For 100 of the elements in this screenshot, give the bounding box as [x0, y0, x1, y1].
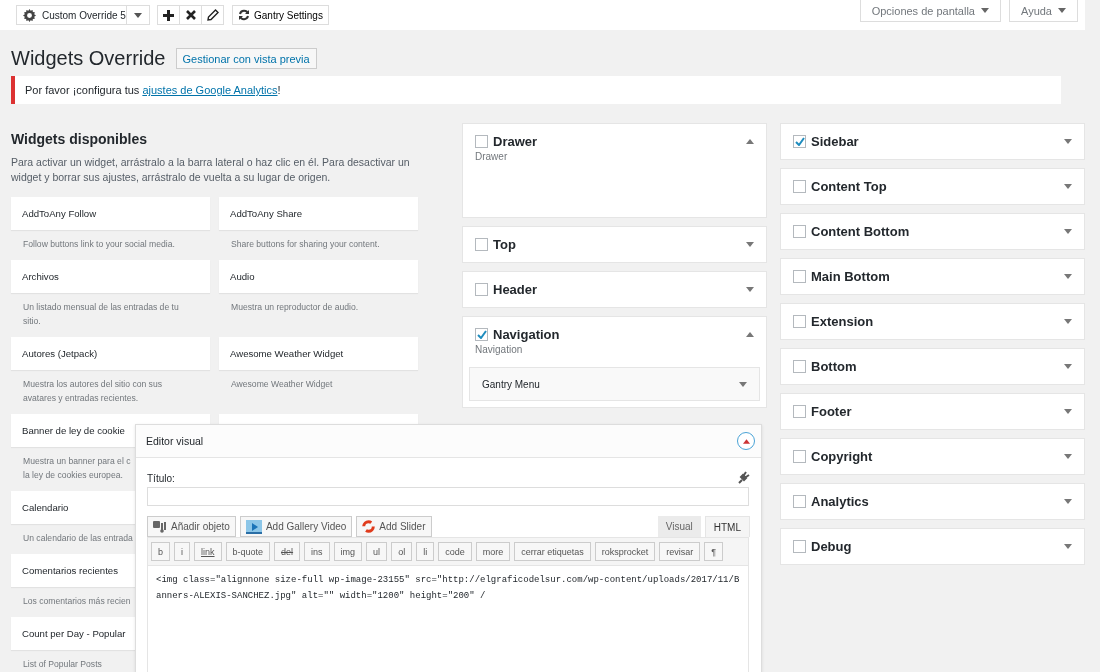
sidebar-name[interactable]: Main Bottom [811, 269, 1059, 284]
widget-description: Follow buttons link to your social media. [22, 238, 176, 251]
media-button[interactable]: Add Gallery Video [239, 516, 353, 537]
sidebar-name[interactable]: Content Bottom [811, 224, 1059, 239]
expand-arrow-icon[interactable] [746, 287, 754, 292]
page-title: Widgets Override [11, 47, 166, 70]
sidebar-name[interactable]: Bottom [811, 359, 1059, 374]
checkbox[interactable] [793, 135, 806, 148]
edit-button[interactable] [201, 5, 224, 25]
media-button[interactable]: Add Slider [356, 516, 432, 537]
sidebar-name[interactable]: Top [493, 237, 741, 252]
quicktag-button[interactable]: ¶ [704, 542, 724, 561]
dialog-title: Editor visual [146, 435, 204, 447]
checkbox[interactable] [793, 315, 806, 328]
sidebar-name[interactable]: Copyright [811, 449, 1059, 464]
caret-up-icon [742, 438, 750, 444]
sidebar-description: Drawer [474, 151, 509, 164]
sidebar-name[interactable]: Footer [811, 404, 1059, 419]
quicktag-button[interactable]: img [333, 542, 363, 561]
expand-arrow-icon[interactable] [1064, 274, 1072, 279]
title-input[interactable] [147, 487, 749, 506]
widget-description: Un calendario de las entrada [22, 532, 134, 545]
checkbox[interactable] [475, 135, 488, 148]
quicktag-button[interactable]: code [438, 542, 472, 561]
ring-icon [362, 520, 376, 533]
expand-arrow-icon[interactable] [739, 381, 747, 387]
sidebar-name[interactable]: Analytics [811, 494, 1059, 509]
collapse-arrow-icon[interactable] [746, 139, 754, 144]
help-button[interactable]: Ayuda [1009, 0, 1078, 22]
checkbox[interactable] [475, 283, 488, 296]
sidebar-name[interactable]: Debug [811, 539, 1059, 554]
widget-card[interactable]: Awesome Weather Widget [219, 337, 418, 370]
quicktag-button[interactable]: link [194, 542, 222, 561]
checkbox[interactable] [793, 495, 806, 508]
analytics-link[interactable]: ajustes de Google Analytics [142, 84, 278, 96]
caret-icon [1058, 8, 1066, 13]
checkbox[interactable] [793, 360, 806, 373]
checkbox[interactable] [793, 225, 806, 238]
expand-arrow-icon[interactable] [1064, 319, 1072, 324]
plug-icon[interactable] [737, 471, 750, 484]
expand-arrow-icon[interactable] [1064, 364, 1072, 369]
quicktag-button[interactable]: ins [304, 542, 330, 561]
quicktag-button[interactable]: b-quote [225, 542, 271, 561]
expand-arrow-icon[interactable] [1064, 499, 1072, 504]
widget-description: Muestra un banner para el c la ley de cookies europea. [22, 455, 132, 482]
add-button[interactable] [157, 5, 180, 25]
expand-arrow-icon[interactable] [1064, 409, 1072, 414]
code-editor[interactable]: <img class="alignnone size-full wp-image-23155" src="http://elgraficodelsur.com/wp-content/uploads/2017/11/Banners-ALEXIS-SANCHEZ.jpg" alt="" width="1200" height="200" / [147, 566, 749, 672]
checkbox[interactable] [793, 540, 806, 553]
sidebar-name[interactable]: Drawer [493, 134, 741, 149]
widget-name: Gantry Menu [482, 378, 540, 390]
expand-arrow-icon[interactable] [1064, 229, 1072, 234]
collapse-arrow-icon[interactable] [746, 332, 754, 337]
caret-icon [981, 8, 989, 13]
checkbox[interactable] [793, 180, 806, 193]
expand-arrow-icon[interactable] [746, 242, 754, 247]
widget-description: List of Popular Posts [22, 658, 103, 671]
preview-button[interactable]: Gestionar con vista previa [175, 48, 317, 69]
sidebar-name[interactable]: Sidebar [811, 134, 1059, 149]
sidebar-name[interactable]: Content Top [811, 179, 1059, 194]
quicktag-button[interactable]: li [416, 542, 435, 561]
checkbox[interactable] [475, 328, 488, 341]
quicktag-button[interactable]: i [174, 542, 190, 561]
editor-tab[interactable]: Visual [657, 516, 701, 537]
checkbox[interactable] [793, 405, 806, 418]
expand-arrow-icon[interactable] [1064, 454, 1072, 459]
quicktag-button[interactable]: b [151, 542, 170, 561]
sidebar-name[interactable]: Navigation [493, 327, 741, 342]
media-button[interactable]: Añadir objeto [147, 516, 236, 537]
screen-options-button[interactable]: Opciones de pantalla [859, 0, 1001, 22]
collapse-button[interactable] [737, 432, 755, 450]
expand-arrow-icon[interactable] [1064, 139, 1072, 144]
override-select[interactable]: Custom Override 5 [16, 5, 150, 25]
quicktag-button[interactable]: more [475, 542, 511, 561]
checkbox[interactable] [475, 238, 488, 251]
widget-card[interactable]: Audio [219, 260, 418, 293]
sidebar-name[interactable]: Extension [811, 314, 1059, 329]
quicktag-button[interactable]: ul [366, 542, 388, 561]
expand-arrow-icon[interactable] [1064, 544, 1072, 549]
checkbox[interactable] [793, 270, 806, 283]
quicktag-button[interactable]: roksprocket [594, 542, 656, 561]
gear-icon [23, 8, 36, 22]
sidebar-name[interactable]: Header [493, 282, 741, 297]
widget-card[interactable]: Gantry Menu [469, 367, 760, 401]
quicktag-button[interactable]: del [274, 542, 301, 561]
widget-card[interactable]: AddToAny Share [219, 197, 418, 230]
widget-description: Share buttons for sharing your content. [230, 238, 381, 251]
expand-arrow-icon[interactable] [1064, 184, 1072, 189]
quicktag-button[interactable]: ol [391, 542, 413, 561]
delete-button[interactable] [179, 5, 202, 25]
quicktag-button[interactable]: revisar [659, 542, 701, 561]
close-icon [185, 10, 196, 20]
quicktag-button[interactable]: cerrar etiquetas [514, 542, 591, 561]
checkbox[interactable] [793, 450, 806, 463]
widget-card[interactable]: Autores (Jetpack) [11, 337, 210, 370]
plus-icon [163, 9, 174, 21]
widget-card[interactable]: AddToAny Follow [11, 197, 210, 230]
editor-tab[interactable]: HTML [704, 516, 750, 537]
gantry-settings-button[interactable]: Gantry Settings [232, 5, 329, 25]
widget-card[interactable]: Archivos [11, 260, 210, 293]
